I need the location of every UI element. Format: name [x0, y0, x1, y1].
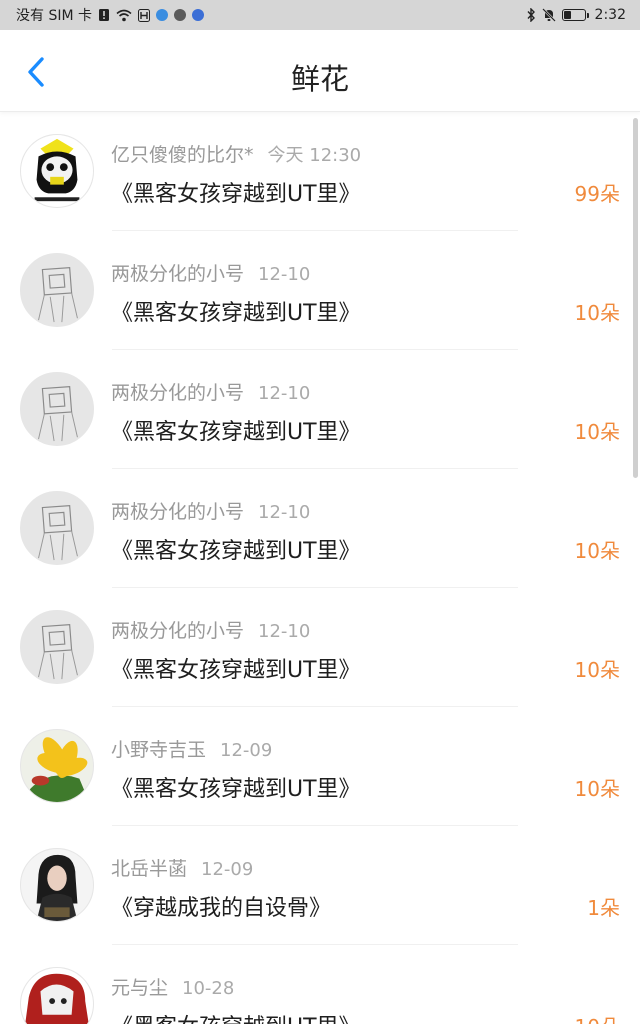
username[interactable]: 小野寺吉玉: [111, 739, 206, 761]
flower-count: 99朵: [574, 182, 620, 206]
sketch-avatar[interactable]: [20, 491, 94, 565]
timestamp: 12-10: [258, 383, 311, 404]
flower-count: 10朵: [574, 658, 620, 682]
book-title[interactable]: 《黑客女孩穿越到UT里》: [111, 414, 361, 446]
mute-bell-icon: [541, 8, 556, 22]
flower-count: 1朵: [587, 896, 620, 920]
timestamp: 12-10: [258, 502, 311, 523]
scrollbar[interactable]: [633, 118, 638, 478]
timestamp: 今天 12:30: [267, 145, 362, 166]
wifi-icon: [116, 9, 132, 22]
item-meta: 两极分化的小号 12-10: [111, 259, 310, 286]
flower-count: 10朵: [574, 539, 620, 563]
timestamp: 12-09: [201, 859, 254, 880]
flower-count: 10朵: [574, 420, 620, 444]
list-item[interactable]: 两极分化的小号 12-10 《黑客女孩穿越到UT里》 10朵: [0, 588, 640, 707]
username[interactable]: 两极分化的小号: [111, 263, 244, 285]
list-item[interactable]: 小野寺吉玉 12-09 《黑客女孩穿越到UT里》 10朵: [0, 707, 640, 826]
item-meta: 元与尘 10-28: [111, 973, 234, 1000]
status-bar: 没有 SIM 卡 2:32: [0, 0, 640, 30]
bluetooth-icon: [526, 8, 536, 22]
timestamp: 10-28: [182, 978, 235, 999]
page-title: 鲜花: [290, 62, 349, 96]
flower-count: 10朵: [574, 777, 620, 801]
item-meta: 小野寺吉玉 12-09: [111, 735, 272, 762]
list-item[interactable]: 两极分化的小号 12-10 《黑客女孩穿越到UT里》 10朵: [0, 469, 640, 588]
status-time: 2:32: [594, 7, 626, 23]
sketch-avatar[interactable]: [20, 610, 94, 684]
book-title[interactable]: 《黑客女孩穿越到UT里》: [111, 533, 361, 565]
timestamp: 12-09: [220, 740, 273, 761]
book-title[interactable]: 《黑客女孩穿越到UT里》: [111, 652, 361, 684]
music-app-icon: [192, 9, 204, 21]
timestamp: 12-10: [258, 264, 311, 285]
list-item[interactable]: 北岳半菡 12-09 《穿越成我的自设骨》 1朵: [0, 826, 640, 945]
flower-count: 10朵: [575, 1011, 620, 1024]
list-item[interactable]: 元与尘 10-28 《黑客女孩穿越到UT里》 10朵: [0, 945, 640, 1024]
sketch-avatar[interactable]: [20, 372, 94, 446]
browser-app-icon: [156, 9, 168, 21]
red-anime-avatar[interactable]: [20, 967, 94, 1024]
sim-alert-icon: [98, 8, 110, 22]
username[interactable]: 北岳半菡: [111, 858, 187, 880]
skull-avatar[interactable]: [20, 134, 94, 208]
girl-avatar[interactable]: [20, 848, 94, 922]
username[interactable]: 元与尘: [111, 977, 168, 999]
book-title[interactable]: 《黑客女孩穿越到UT里》: [111, 771, 361, 803]
timestamp: 12-10: [258, 621, 311, 642]
item-meta: 两极分化的小号 12-10: [111, 497, 310, 524]
list-item[interactable]: 两极分化的小号 12-10 《黑客女孩穿越到UT里》 10朵: [0, 350, 640, 469]
item-meta: 两极分化的小号 12-10: [111, 378, 310, 405]
app-header: 鲜花: [0, 30, 640, 112]
item-meta: 亿只傻傻的比尔* 今天 12:30: [111, 140, 361, 167]
wechat-icon: [174, 9, 186, 21]
item-meta: 两极分化的小号 12-10: [111, 616, 310, 643]
book-title[interactable]: 《穿越成我的自设骨》: [111, 890, 331, 922]
book-title[interactable]: 《黑客女孩穿越到UT里》: [111, 295, 361, 327]
list-item[interactable]: 亿只傻傻的比尔* 今天 12:30 《黑客女孩穿越到UT里》 99朵: [0, 112, 640, 231]
list-item[interactable]: 两极分化的小号 12-10 《黑客女孩穿越到UT里》 10朵: [0, 231, 640, 350]
book-title[interactable]: 《黑客女孩穿越到UT里》: [111, 1009, 361, 1024]
item-meta: 北岳半菡 12-09: [111, 854, 253, 881]
username[interactable]: 亿只傻傻的比尔*: [111, 144, 254, 166]
flower-avatar[interactable]: [20, 729, 94, 803]
book-title[interactable]: 《黑客女孩穿越到UT里》: [111, 176, 361, 208]
flower-list: 亿只傻傻的比尔* 今天 12:30 《黑客女孩穿越到UT里》 99朵 两极分化的小…: [0, 112, 640, 1024]
hd-icon: [138, 8, 150, 22]
page: 没有 SIM 卡 2:32 鲜花 亿只傻傻的比尔* 今天 12:30 《黑客女孩…: [0, 0, 640, 1024]
status-bar-right: 2:32: [526, 7, 626, 23]
username[interactable]: 两极分化的小号: [111, 382, 244, 404]
status-bar-left: 没有 SIM 卡: [16, 5, 204, 25]
carrier-label: 没有 SIM 卡: [16, 8, 92, 24]
battery-icon: [561, 9, 589, 21]
sketch-avatar[interactable]: [20, 253, 94, 327]
flower-count: 10朵: [574, 301, 620, 325]
username[interactable]: 两极分化的小号: [111, 501, 244, 523]
username[interactable]: 两极分化的小号: [111, 620, 244, 642]
